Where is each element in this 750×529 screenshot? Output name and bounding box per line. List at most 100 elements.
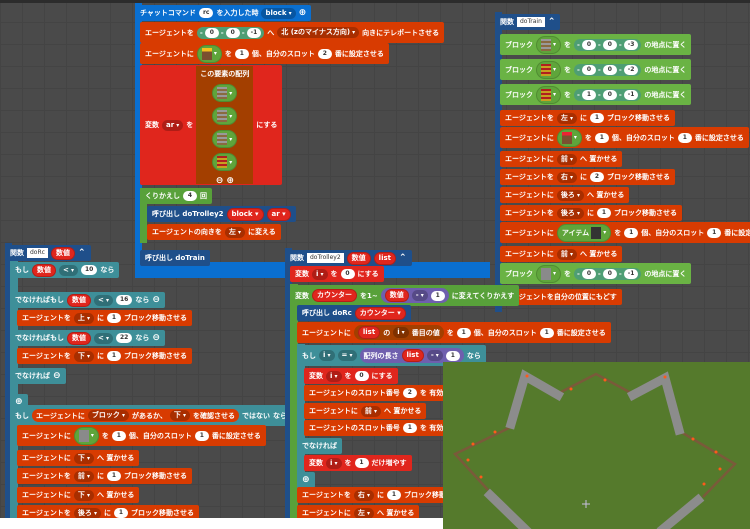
- loop-block[interactable]: 変数カウンターを1~数値-1に変えてくりかえす: [290, 285, 520, 306]
- agent-block[interactable]: エージェントに前へ 置かせる: [500, 151, 623, 167]
- number-input[interactable]: 1: [111, 430, 126, 441]
- variable-pill[interactable]: 数値: [50, 246, 75, 260]
- number-input[interactable]: 2: [317, 48, 332, 59]
- logic-block[interactable]: でなければ: [297, 438, 342, 454]
- variable-pill[interactable]: カウンター ▾: [354, 306, 406, 320]
- number-input[interactable]: 0: [354, 371, 369, 381]
- mutator-button[interactable]: ⊖: [53, 371, 61, 381]
- func-block[interactable]: 呼び出し doTrolley2 block ▾ ar ▾: [147, 206, 296, 222]
- number-input[interactable]: 1: [194, 430, 209, 441]
- dropdown[interactable]: 右: [353, 489, 374, 501]
- number-input[interactable]: 1: [624, 227, 639, 238]
- dropdown[interactable]: <: [59, 264, 78, 276]
- dropdown[interactable]: <: [94, 294, 113, 306]
- number-input[interactable]: 1: [589, 113, 604, 123]
- variable-pill[interactable]: block ▾: [226, 207, 264, 221]
- dropdown[interactable]: 後ろ: [556, 189, 584, 201]
- agent-block[interactable]: エージェントの向きを左に変える: [147, 224, 281, 240]
- logic-block[interactable]: でなければ ⊖: [10, 368, 66, 384]
- dropdown[interactable]: block: [261, 7, 296, 19]
- array-mutator-buttons[interactable]: ⊖ ⊕: [216, 176, 234, 186]
- number-input[interactable]: 1: [707, 227, 722, 238]
- number-input[interactable]: rc: [198, 8, 214, 18]
- number-input[interactable]: 2: [589, 172, 604, 182]
- dropdown[interactable]: 前: [360, 405, 381, 417]
- variable-pill[interactable]: ar ▾: [266, 207, 291, 221]
- number-input[interactable]: 1: [402, 423, 417, 433]
- coordinate-input[interactable]: 0: [602, 89, 617, 100]
- dropdown[interactable]: 左: [224, 226, 245, 238]
- dropdown[interactable]: <: [94, 332, 113, 344]
- dropdown[interactable]: 下: [169, 410, 190, 421]
- mutator-button[interactable]: ⊖: [152, 295, 160, 305]
- agent-block[interactable]: エージェントに下へ 置かせる: [17, 487, 140, 503]
- mutator-button[interactable]: ⌃: [399, 253, 407, 263]
- logic-block[interactable]: もしエージェントにブロックがあるか、下を確認させるではないなら: [10, 405, 292, 426]
- agent-block[interactable]: エージェントを前に1ブロック移動させる: [17, 468, 192, 484]
- number-input[interactable]: 1: [594, 132, 609, 143]
- variable-pill[interactable]: list: [373, 251, 396, 265]
- dropdown[interactable]: i: [393, 327, 409, 338]
- number-input[interactable]: 1: [106, 351, 121, 361]
- array-item-picker[interactable]: [212, 84, 238, 102]
- number-input[interactable]: 1: [445, 350, 460, 361]
- coordinate-input[interactable]: 0: [602, 268, 617, 279]
- dropdown[interactable]: 上: [73, 312, 94, 324]
- item-picker[interactable]: [536, 35, 562, 54]
- number-input[interactable]: 4: [183, 191, 197, 201]
- dropdown[interactable]: i: [312, 268, 328, 280]
- block-block[interactable]: ブロックを-1-0--1の地点に置く: [500, 84, 692, 105]
- number-input[interactable]: 1: [430, 290, 445, 301]
- dropdown[interactable]: ar: [162, 119, 184, 131]
- var-block[interactable]: 変数iを0にする: [290, 266, 384, 282]
- dropdown[interactable]: i: [326, 457, 342, 469]
- dropdown[interactable]: i: [319, 350, 335, 361]
- mutator-button[interactable]: ⊖: [152, 333, 160, 343]
- coordinate-input[interactable]: 0: [581, 39, 596, 50]
- item-picker[interactable]: [536, 85, 562, 104]
- func-block[interactable]: 関数 doTrolley2 数値 list ⌃: [285, 250, 412, 266]
- number-input[interactable]: 1: [596, 208, 611, 218]
- dropdown[interactable]: ブロック: [87, 410, 129, 421]
- func-block[interactable]: 呼び出し doRc カウンター ▾: [297, 305, 411, 321]
- array-item-picker[interactable]: [212, 107, 238, 125]
- agent-block[interactable]: エージェントにを1個、自分のスロット1番に設定させる: [500, 127, 749, 148]
- variable-pill[interactable]: 数値: [67, 331, 91, 345]
- var-block[interactable]: 変数iを0にする: [304, 368, 398, 384]
- dropdown[interactable]: 下: [73, 452, 94, 464]
- variable-pill[interactable]: 数値: [67, 293, 91, 307]
- block-block[interactable]: ブロックを-0-0--1の地点に置く: [500, 263, 692, 284]
- coordinate-input[interactable]: -1: [246, 27, 262, 38]
- coordinate-input[interactable]: 0: [581, 64, 596, 75]
- event-block[interactable]: チャットコマンドrcを入力した時block⊕: [135, 5, 312, 21]
- mutator-button[interactable]: ⌃: [78, 248, 86, 258]
- dropdown[interactable]: 左: [353, 507, 374, 519]
- dropdown[interactable]: i: [326, 370, 342, 382]
- dropdown[interactable]: 北 (zのマイナス方向): [277, 27, 360, 38]
- var-block[interactable]: 変数arを この要素の配列 ⊖ ⊕ にする: [140, 65, 283, 186]
- loop-block[interactable]: くりかえし 4 回: [140, 188, 212, 204]
- block-block[interactable]: ブロックを-0-0--2の地点に置く: [500, 59, 692, 80]
- agent-block[interactable]: エージェントを上に1ブロック移動させる: [17, 310, 192, 326]
- number-input[interactable]: 2: [402, 388, 417, 398]
- coordinate-input[interactable]: -2: [623, 64, 639, 75]
- var-block[interactable]: 変数iを1だけ増やす: [304, 455, 412, 471]
- logic-block[interactable]: もし数値<10なら: [10, 262, 120, 278]
- number-input[interactable]: 16: [115, 295, 133, 305]
- coordinate-input[interactable]: -1: [623, 268, 639, 279]
- variable-pill[interactable]: list: [357, 326, 381, 339]
- number-input[interactable]: 1: [106, 313, 121, 323]
- agent-block[interactable]: エージェントを下に1ブロック移動させる: [17, 348, 192, 364]
- coordinate-input[interactable]: 0: [602, 39, 617, 50]
- variable-pill[interactable]: 数値: [346, 251, 371, 265]
- dropdown[interactable]: 前: [556, 248, 577, 260]
- dropdown[interactable]: 後ろ: [556, 207, 584, 219]
- coordinate-input[interactable]: 0: [581, 268, 596, 279]
- dropdown[interactable]: 右: [556, 171, 577, 183]
- coordinate-input[interactable]: 0: [204, 27, 219, 38]
- agent-block[interactable]: エージェントに を1個、自分のスロット2番に設定させる: [140, 43, 389, 64]
- agent-block[interactable]: エージェントを後ろに1ブロック移動させる: [500, 205, 682, 221]
- dropdown[interactable]: 下: [73, 350, 94, 362]
- agent-block[interactable]: エージェントに後ろへ 置かせる: [500, 187, 630, 203]
- logic-block[interactable]: でなければもし数値<16なら⊖: [10, 292, 165, 308]
